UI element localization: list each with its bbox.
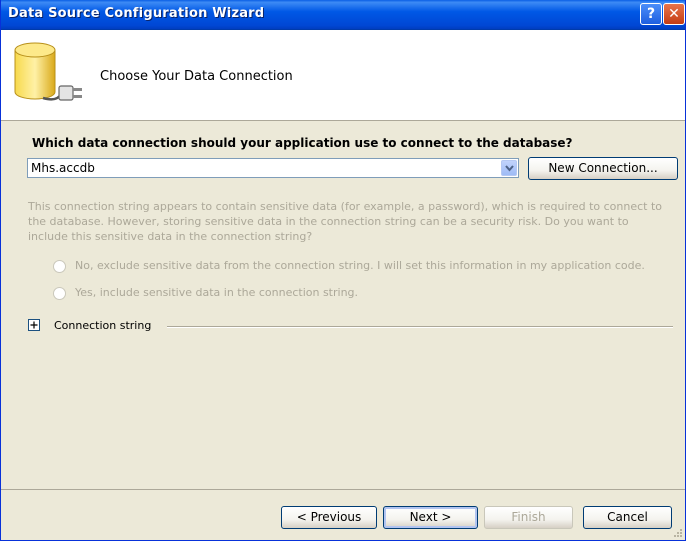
exclude-sensitive-radio[interactable] <box>53 260 66 273</box>
connection-string-expander[interactable] <box>28 319 40 331</box>
include-sensitive-label: Yes, include sensitive data in the conne… <box>75 286 359 299</box>
connection-select-value: Mhs.accdb <box>31 161 95 175</box>
help-button[interactable]: ? <box>640 3 662 25</box>
connection-string-label: Connection string <box>54 319 152 332</box>
window-title: Data Source Configuration Wizard <box>8 6 265 21</box>
connection-string-divider <box>167 326 673 328</box>
connection-question: Which data connection should your applic… <box>32 136 573 150</box>
dropdown-button[interactable] <box>501 160 517 176</box>
finish-button[interactable]: Finish <box>484 506 573 529</box>
new-connection-button[interactable]: New Connection... <box>528 157 678 180</box>
resize-grip-icon[interactable] <box>673 528 683 538</box>
close-icon: ✕ <box>668 6 680 22</box>
connection-select[interactable]: Mhs.accdb <box>27 158 519 178</box>
include-sensitive-radio[interactable] <box>53 287 66 300</box>
footer-divider <box>1 489 685 490</box>
plus-icon <box>30 321 38 329</box>
title-bar[interactable]: Data Source Configuration Wizard ? ✕ <box>1 0 685 30</box>
page-title: Choose Your Data Connection <box>100 69 293 84</box>
cancel-button[interactable]: Cancel <box>583 506 672 529</box>
database-plug-icon <box>14 42 82 101</box>
exclude-sensitive-label: No, exclude sensitive data from the conn… <box>75 259 645 272</box>
close-button[interactable]: ✕ <box>663 3 685 25</box>
chevron-down-icon <box>505 165 514 172</box>
previous-button[interactable]: < Previous <box>281 506 377 529</box>
next-button[interactable]: Next > <box>383 506 478 529</box>
sensitive-data-info: This connection string appears to contai… <box>28 200 662 243</box>
wizard-window: Data Source Configuration Wizard ? ✕ Cho <box>0 0 686 541</box>
wizard-header: Choose Your Data Connection <box>1 30 685 121</box>
help-icon: ? <box>646 6 656 22</box>
